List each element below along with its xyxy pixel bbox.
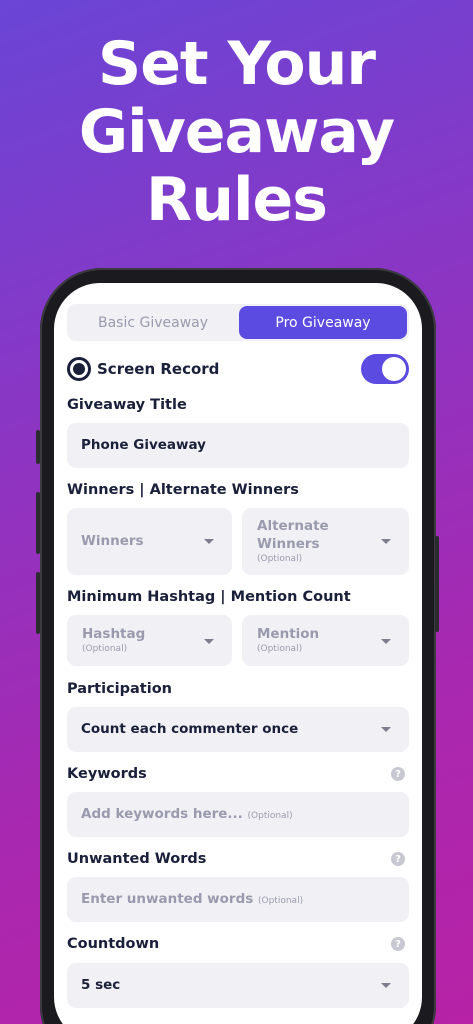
countdown-label: Countdown — [67, 936, 160, 952]
headline-line-3: Rules — [146, 165, 328, 235]
unwanted-words-optional: (Optional) — [258, 896, 304, 906]
hashtag-count-dropdown[interactable]: Hashtag (Optional) — [67, 615, 232, 666]
giveaway-title-input[interactable]: Phone Giveaway — [67, 423, 409, 468]
chevron-down-icon — [381, 539, 391, 544]
headline: Set Your Giveaway Rules — [0, 30, 473, 234]
winners-placeholder: Winners — [81, 533, 144, 549]
chevron-down-icon — [204, 539, 214, 544]
toggle-knob — [382, 357, 406, 381]
mention-placeholder: Mention — [257, 626, 320, 642]
keywords-input[interactable]: Add keywords here... (Optional) — [67, 792, 409, 837]
tab-pro-giveaway[interactable]: Pro Giveaway — [239, 306, 407, 339]
participation-dropdown[interactable]: Count each commenter once — [67, 707, 409, 752]
participation-label: Participation — [67, 681, 172, 697]
app-screen: Basic Giveaway Pro Giveaway Screen Recor… — [54, 283, 422, 1024]
hashtag-optional: (Optional) — [82, 644, 128, 654]
winners-dropdown[interactable]: Winners — [67, 508, 232, 575]
unwanted-words-placeholder: Enter unwanted words — [81, 891, 254, 907]
screen-record-toggle[interactable] — [361, 354, 409, 384]
chevron-down-icon — [381, 983, 391, 988]
phone-power-button — [435, 536, 439, 632]
phone-side-button — [36, 430, 40, 464]
headline-line-1: Set Your — [98, 29, 376, 99]
countdown-help-icon[interactable]: ? — [391, 937, 405, 951]
min-count-label: Minimum Hashtag | Mention Count — [67, 589, 351, 605]
tab-basic-giveaway[interactable]: Basic Giveaway — [69, 306, 237, 339]
countdown-dropdown[interactable]: 5 sec — [67, 963, 409, 1008]
mention-optional: (Optional) — [257, 644, 303, 654]
hashtag-placeholder: Hashtag — [82, 626, 146, 642]
unwanted-words-label: Unwanted Words — [67, 851, 207, 867]
record-icon — [67, 357, 91, 381]
screen-record-label: Screen Record — [97, 360, 220, 378]
alternate-winners-line-1: Alternate — [257, 518, 329, 534]
phone-volume-up — [36, 492, 40, 554]
phone-volume-down — [36, 572, 40, 634]
keywords-help-icon[interactable]: ? — [391, 767, 405, 781]
unwanted-words-input[interactable]: Enter unwanted words (Optional) — [67, 877, 409, 922]
keywords-placeholder: Add keywords here... — [81, 806, 243, 822]
chevron-down-icon — [381, 727, 391, 732]
giveaway-title-value: Phone Giveaway — [81, 437, 206, 453]
alternate-winners-optional: (Optional) — [257, 554, 303, 564]
screen-record-row: Screen Record — [67, 354, 409, 384]
mention-count-dropdown[interactable]: Mention (Optional) — [242, 615, 409, 666]
countdown-value: 5 sec — [81, 977, 121, 993]
headline-line-2: Giveaway — [78, 97, 395, 167]
alternate-winners-dropdown[interactable]: Alternate Winners (Optional) — [242, 508, 409, 575]
winners-label: Winners | Alternate Winners — [67, 482, 299, 498]
giveaway-type-segment: Basic Giveaway Pro Giveaway — [67, 304, 409, 341]
participation-value: Count each commenter once — [81, 721, 299, 737]
alternate-winners-line-2: Winners — [257, 536, 320, 552]
keywords-label: Keywords — [67, 766, 147, 782]
keywords-optional: (Optional) — [247, 811, 293, 821]
chevron-down-icon — [381, 639, 391, 644]
unwanted-words-help-icon[interactable]: ? — [391, 852, 405, 866]
giveaway-title-label: Giveaway Title — [67, 397, 187, 413]
chevron-down-icon — [204, 639, 214, 644]
